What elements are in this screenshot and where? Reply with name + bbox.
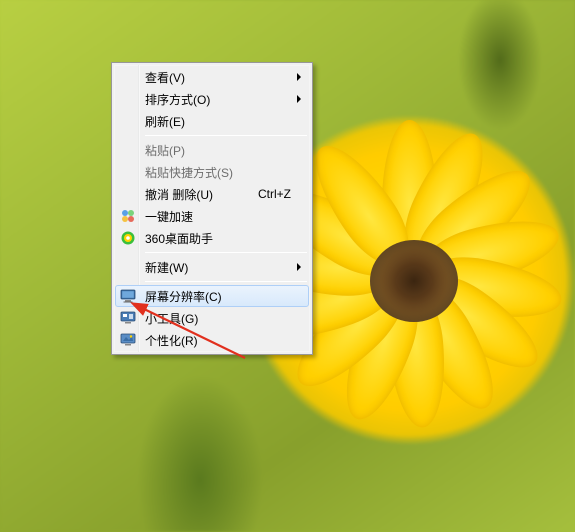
menu-label: 小工具(G) <box>145 310 291 327</box>
menu-shortcut: Ctrl+Z <box>258 187 291 201</box>
menu-item-new[interactable]: 新建(W) <box>115 256 309 278</box>
blank-icon <box>115 256 141 278</box>
menu-item-paste: 粘贴(P) <box>115 139 309 161</box>
desktop-context-menu: 查看(V) 排序方式(O) 刷新(E) 粘贴(P) 粘贴快捷方式(S) 撤消 删… <box>111 62 313 355</box>
submenu-arrow-icon <box>297 263 301 271</box>
gadget-icon <box>115 307 141 329</box>
submenu-arrow-icon <box>297 95 301 103</box>
blank-icon <box>115 66 141 88</box>
360-icon <box>115 227 141 249</box>
menu-label: 个性化(R) <box>145 332 291 349</box>
menu-item-paste-shortcut: 粘贴快捷方式(S) <box>115 161 309 183</box>
menu-item-view[interactable]: 查看(V) <box>115 66 309 88</box>
menu-item-undo-delete[interactable]: 撤消 删除(U) Ctrl+Z <box>115 183 309 205</box>
menu-label: 排序方式(O) <box>145 91 291 108</box>
menu-item-screen-resolution[interactable]: 屏幕分辨率(C) <box>115 285 309 307</box>
speed-icon <box>115 205 141 227</box>
menu-label: 刷新(E) <box>145 113 291 130</box>
menu-label: 新建(W) <box>145 259 291 276</box>
blank-icon <box>115 139 141 161</box>
menu-label: 粘贴(P) <box>145 142 291 159</box>
menu-item-sort[interactable]: 排序方式(O) <box>115 88 309 110</box>
blank-icon <box>115 183 141 205</box>
blank-icon <box>115 110 141 132</box>
menu-item-speed-boost[interactable]: 一键加速 <box>115 205 309 227</box>
menu-label: 粘贴快捷方式(S) <box>145 164 291 181</box>
menu-label: 屏幕分辨率(C) <box>145 288 291 305</box>
menu-separator <box>145 135 307 136</box>
blank-icon <box>115 88 141 110</box>
menu-item-360-desktop[interactable]: 360桌面助手 <box>115 227 309 249</box>
menu-label: 360桌面助手 <box>145 230 291 247</box>
submenu-arrow-icon <box>297 73 301 81</box>
menu-item-gadgets[interactable]: 小工具(G) <box>115 307 309 329</box>
personalize-icon <box>115 329 141 351</box>
menu-separator <box>145 252 307 253</box>
menu-separator <box>145 281 307 282</box>
menu-label: 查看(V) <box>145 69 291 86</box>
blank-icon <box>115 161 141 183</box>
menu-item-refresh[interactable]: 刷新(E) <box>115 110 309 132</box>
menu-item-personalize[interactable]: 个性化(R) <box>115 329 309 351</box>
menu-label: 一键加速 <box>145 208 291 225</box>
monitor-icon <box>115 286 141 306</box>
menu-label: 撤消 删除(U) <box>145 186 238 203</box>
